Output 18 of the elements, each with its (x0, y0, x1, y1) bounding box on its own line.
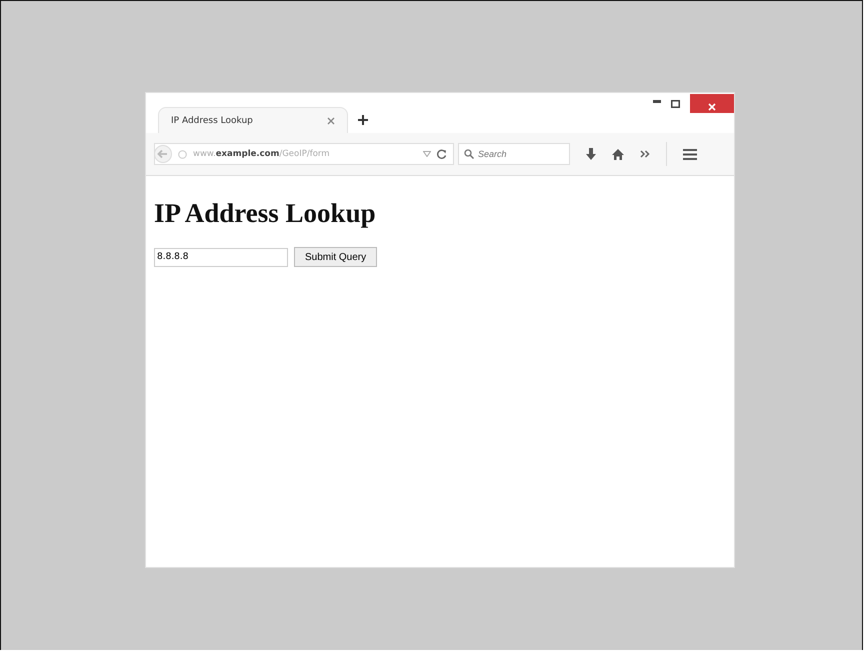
new-tab-icon[interactable] (358, 115, 368, 125)
chevron-icon[interactable] (640, 150, 650, 158)
close-button[interactable] (690, 94, 734, 113)
reload-icon[interactable] (437, 149, 447, 159)
search-field[interactable]: Search (458, 143, 570, 165)
close-tab-icon[interactable] (327, 116, 335, 124)
browser-tab[interactable]: IP Address Lookup (158, 107, 348, 133)
submit-button[interactable]: Submit Query (294, 247, 378, 267)
address-bar[interactable]: www.example.com/GeoIP/form (154, 143, 454, 165)
close-icon (708, 102, 716, 110)
menu-icon[interactable] (683, 148, 697, 160)
url-text: www.example.com/GeoIP/form (193, 149, 331, 159)
home-icon[interactable] (612, 148, 624, 160)
download-icon[interactable] (586, 148, 596, 160)
search-icon (464, 149, 474, 159)
maximize-icon[interactable] (671, 100, 680, 108)
page-heading: IP Address Lookup (154, 198, 377, 229)
ip-address-field[interactable]: 8.8.8.8 (154, 248, 288, 266)
